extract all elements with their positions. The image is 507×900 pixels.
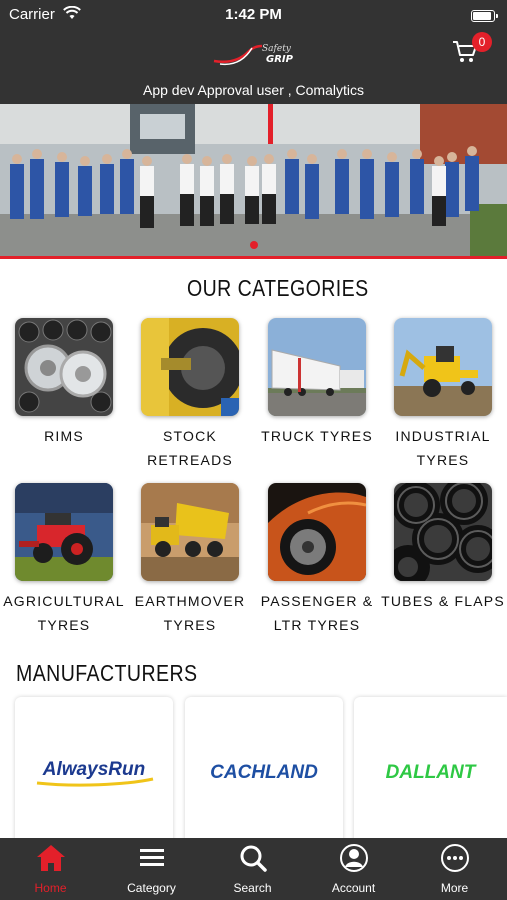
tab-home[interactable]: Home [0,838,101,900]
category-earthmover-tyres[interactable]: EARTHMOVER TYRES [127,483,253,637]
manufacturer-card-alwaysrun[interactable]: AlwaysRun [15,697,173,847]
svg-text:GRIP: GRIP [266,54,294,65]
category-image[interactable] [268,483,366,581]
tab-label: Category [127,881,176,895]
safety-grip-logo[interactable]: Safety GRIP [212,34,298,68]
category-industrial-tyres[interactable]: INDUSTRIAL TYRES [380,318,506,472]
tab-account[interactable]: Account [303,838,404,900]
category-tubes-flaps[interactable]: TUBES & FLAPS [380,483,506,613]
cart-count-badge: 0 [472,32,492,52]
search-icon [238,843,268,873]
category-rims[interactable]: RIMS [1,318,127,448]
manufacturer-name: DALLANT [385,762,476,783]
user-greeting: App dev Approval user , Comalytics [143,82,364,98]
category-image[interactable] [268,318,366,416]
banner-divider [0,256,507,259]
menu-icon [137,843,167,873]
tab-label: Account [331,881,376,895]
app-header: Carrier 1:42 PM Safety GRIP 0 App dev Ap… [0,0,507,104]
tab-label: More [440,881,469,895]
category-label: TRUCK TYRES [261,428,373,444]
tab-label: Home [34,881,67,895]
category-image[interactable] [394,318,492,416]
hero-banner[interactable] [0,104,507,256]
category-label: AGRICULTURAL TYRES [3,593,125,633]
manufacturers-title: MANUFACTURERS [16,660,198,686]
manufacturer-name: CACHLAND [210,762,318,783]
category-label: RIMS [44,428,84,444]
more-icon [440,843,470,873]
category-agricultural-tyres[interactable]: AGRICULTURAL TYRES [1,483,127,637]
manufacturer-name: AlwaysRun [42,759,146,780]
categories-title: OUR CATEGORIES [187,275,369,301]
category-passenger-ltr-tyres[interactable]: PASSENGER & LTR TYRES [254,483,380,637]
category-truck-tyres[interactable]: TRUCK TYRES [254,318,380,448]
category-label: EARTHMOVER TYRES [134,593,246,633]
category-label: STOCK RETREADS [147,428,233,468]
category-image[interactable] [141,318,239,416]
tab-search[interactable]: Search [202,838,303,900]
tab-label: Search [233,881,272,895]
account-icon [339,843,369,873]
category-label: PASSENGER & LTR TYRES [260,593,374,633]
manufacturer-card-dallant[interactable]: DALLANT [354,697,507,847]
status-bar: Carrier 1:42 PM [0,4,507,24]
category-label: TUBES & FLAPS [381,593,505,609]
svg-text:Safety: Safety [262,44,292,54]
bottom-tab-bar: Home Category Search Account More [0,838,507,900]
pager-dot[interactable] [249,241,258,249]
tab-category[interactable]: Category [101,838,202,900]
category-image[interactable] [15,318,113,416]
category-stock-retreads[interactable]: STOCK RETREADS [127,318,253,472]
category-image[interactable] [141,483,239,581]
manufacturer-card-cachland[interactable]: CACHLAND [185,697,343,847]
battery-icon [471,10,498,22]
tab-more[interactable]: More [404,838,507,900]
category-image[interactable] [15,483,113,581]
category-image[interactable] [394,483,492,581]
category-label: INDUSTRIAL TYRES [395,428,491,468]
banner-pager[interactable] [0,236,507,254]
clock: 1:42 PM [225,6,282,23]
home-icon [36,843,66,873]
